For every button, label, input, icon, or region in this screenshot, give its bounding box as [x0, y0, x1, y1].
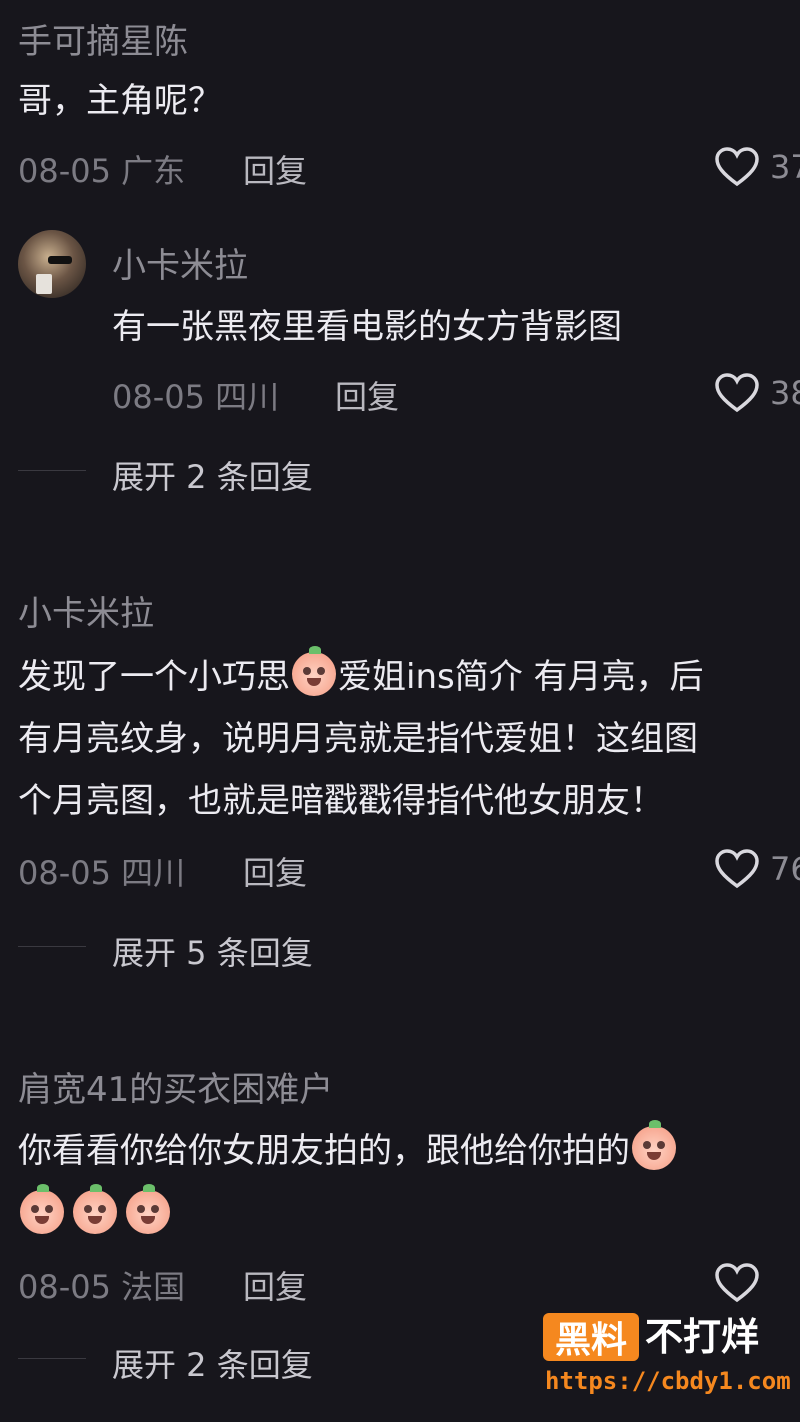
comment-meta: 08-05 广东	[18, 146, 185, 192]
comment-text-line: 有月亮纹身，说明月亮就是指代爱姐！这组图	[18, 719, 698, 759]
comment-text-segment: 爱姐ins简介 有月亮，	[338, 657, 670, 697]
divider	[18, 1358, 86, 1359]
reply-button[interactable]: 回复	[243, 848, 307, 894]
comment-text-segment: 你看看你给你女朋友拍的，跟他给你拍的	[18, 1131, 630, 1171]
crying-peach-emoji-icon	[73, 1184, 118, 1234]
like-button[interactable]	[714, 1262, 760, 1304]
divider	[18, 946, 86, 947]
crying-peach-emoji-icon	[20, 1184, 64, 1234]
avatar-glasses	[48, 256, 72, 264]
heart-icon	[715, 373, 759, 413]
comment-username[interactable]: 肩宽41的买衣困难户	[18, 1062, 333, 1111]
comment-text: 哥，主角呢？	[18, 81, 222, 121]
like-count: 38	[770, 374, 800, 412]
reply-button[interactable]: 回复	[243, 1262, 307, 1308]
reply-button[interactable]: 回复	[243, 146, 307, 192]
like-button[interactable]: 37	[714, 146, 800, 188]
expand-replies-button[interactable]: 展开 2 条回复	[112, 452, 313, 498]
watermark-logo-text: 不打烊	[645, 1315, 760, 1359]
comment-username[interactable]: 小卡米拉	[112, 238, 248, 287]
expand-replies-button[interactable]: 展开 2 条回复	[112, 1340, 313, 1386]
comment-date: 08-05	[112, 378, 205, 416]
peach-emoji-icon	[632, 1120, 676, 1170]
comment-username[interactable]: 小卡米拉	[18, 586, 154, 635]
comment-location: 四川	[215, 378, 280, 416]
crying-peach-emoji-icon	[126, 1184, 171, 1234]
avatar[interactable]	[18, 230, 86, 298]
comment-meta: 08-05 四川	[112, 372, 279, 418]
comment-username[interactable]: 手可摘星陈	[18, 14, 188, 63]
like-count: 76	[770, 850, 800, 888]
like-button[interactable]: 76	[714, 848, 800, 890]
comment-date: 08-05	[18, 854, 111, 892]
divider	[18, 470, 86, 471]
heart-icon	[715, 147, 759, 187]
like-button[interactable]: 38	[714, 372, 800, 414]
comment-text: 有一张黑夜里看电影的女方背影图	[112, 307, 622, 347]
watermark-url: https://cbdy1.com	[545, 1367, 791, 1395]
comment-date: 08-05	[18, 1268, 111, 1306]
heart-icon	[715, 1263, 759, 1303]
comment-text-segment: 后	[669, 657, 704, 697]
reply-button[interactable]: 回复	[335, 372, 399, 418]
like-count: 37	[770, 148, 800, 186]
expand-replies-button[interactable]: 展开 5 条回复	[112, 928, 313, 974]
comment-meta: 08-05 法国	[18, 1262, 185, 1308]
comment-date: 08-05	[18, 152, 111, 190]
watermark-logo-box: 黑料	[543, 1313, 639, 1361]
comment-location: 四川	[121, 854, 186, 892]
comment-meta: 08-05 四川	[18, 848, 185, 894]
comment-text-line: 个月亮图，也就是暗戳戳得指代他女朋友！	[18, 781, 664, 821]
comment-location: 法国	[121, 1268, 186, 1306]
peach-emoji-icon	[292, 646, 336, 696]
avatar-cup	[36, 274, 52, 294]
comment-text-segment: 发现了一个小巧思	[18, 657, 290, 697]
comment-location: 广东	[121, 152, 186, 190]
comment-text-line: 你看看你给你女朋友拍的，跟他给你拍的	[18, 1120, 678, 1182]
comment-text-line: 发现了一个小巧思 爱姐ins简介 有月亮，后	[18, 646, 704, 708]
emoji-row	[18, 1184, 172, 1234]
heart-icon	[715, 849, 759, 889]
